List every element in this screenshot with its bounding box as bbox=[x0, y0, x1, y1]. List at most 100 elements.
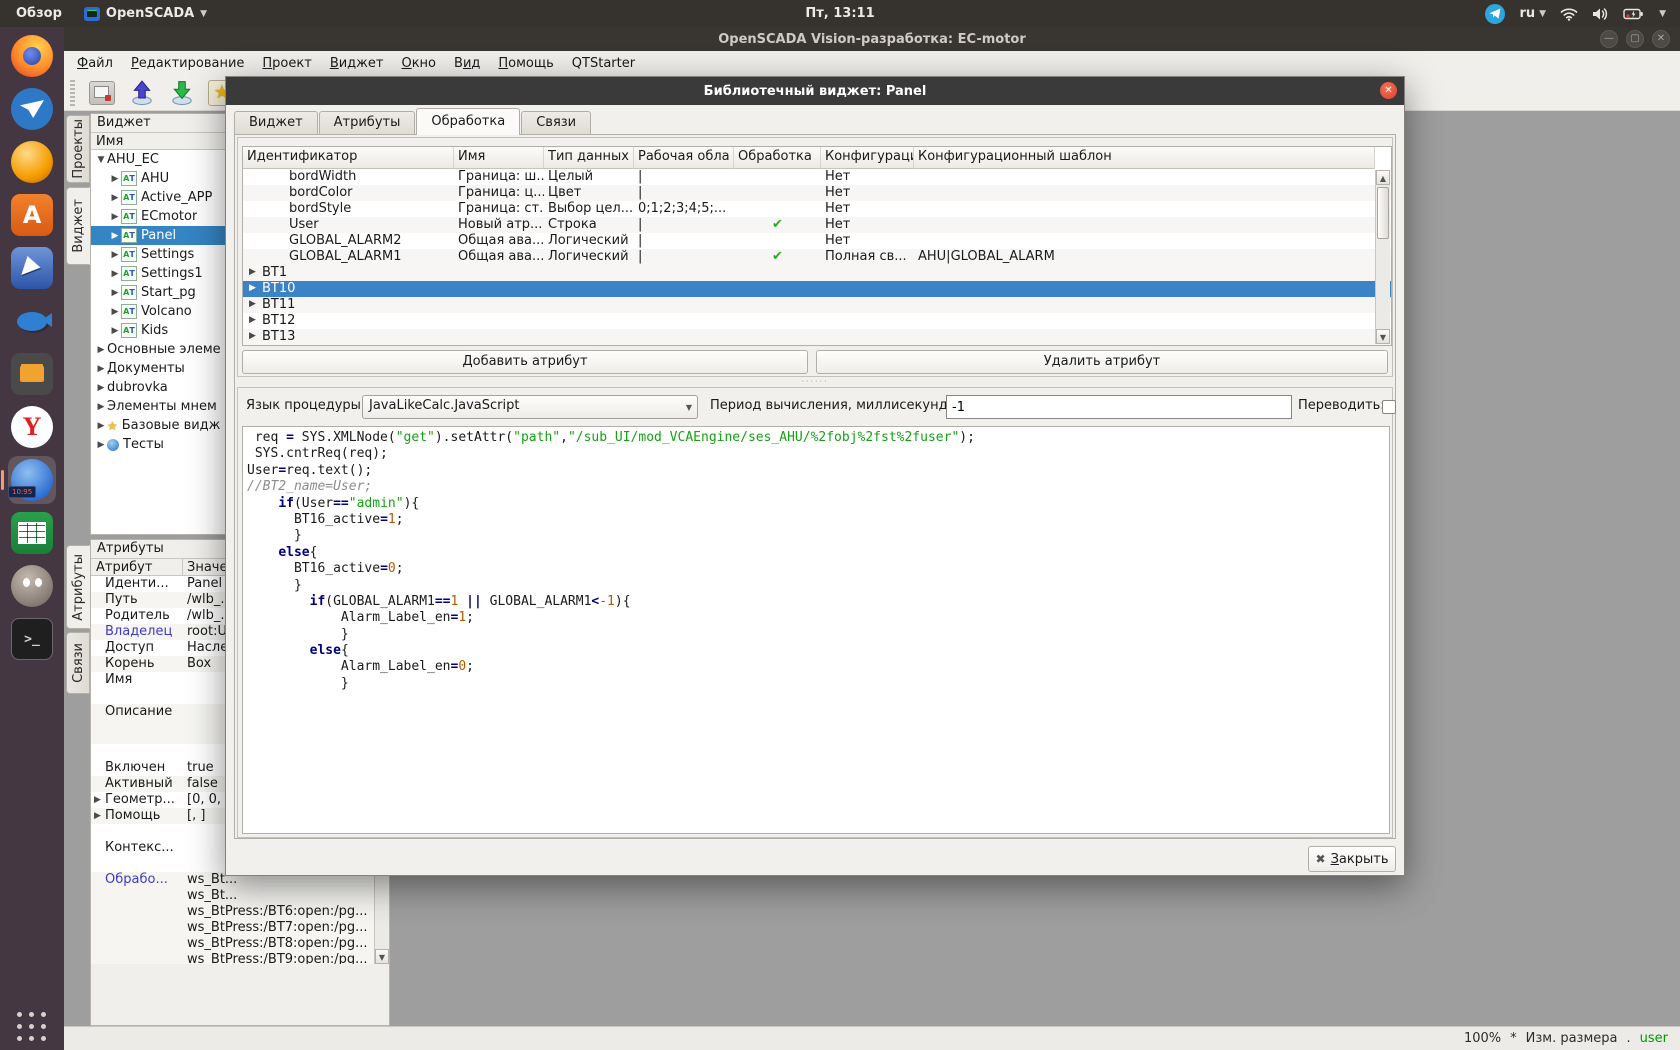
dock-firefox[interactable] bbox=[8, 32, 56, 80]
sidebar-tab-links[interactable]: Связи bbox=[66, 632, 90, 694]
menu-item-help[interactable]: Помощь bbox=[489, 54, 562, 73]
expander-icon[interactable]: ▶ bbox=[249, 313, 262, 329]
menu-item-edit[interactable]: Редактирование bbox=[122, 54, 253, 73]
dialog-tab-links[interactable]: Связи bbox=[521, 111, 591, 135]
expander-icon[interactable]: ▶ bbox=[94, 811, 101, 821]
expander-icon[interactable]: ▶ bbox=[94, 795, 101, 805]
attr-row[interactable]: Обрабо...ws_Bt...ws_Bt...ws_BtPress:/BT6… bbox=[91, 872, 374, 964]
column-header[interactable]: Обработка bbox=[734, 147, 821, 169]
expander-icon[interactable]: ▶ bbox=[95, 440, 107, 450]
activities-button[interactable]: Обзор bbox=[10, 6, 68, 21]
volume-icon[interactable] bbox=[1592, 7, 1609, 21]
menu-item-file[interactable]: Файл bbox=[68, 54, 122, 73]
expander-icon[interactable]: ▶ bbox=[109, 212, 121, 222]
dock-thunderbird[interactable] bbox=[8, 85, 56, 133]
close-button[interactable]: ✕ bbox=[1652, 30, 1670, 48]
menu-item-widget[interactable]: Виджет bbox=[321, 54, 393, 73]
save-to-db-icon[interactable] bbox=[167, 78, 197, 108]
expander-icon[interactable]: ▼ bbox=[95, 155, 107, 165]
keyboard-layout-indicator[interactable]: ru ▼ bbox=[1519, 6, 1546, 21]
bt-table-row-BT11[interactable]: ▶BT11 bbox=[243, 297, 1391, 313]
expander-icon[interactable]: ▶ bbox=[109, 288, 121, 298]
expander-icon[interactable]: ▶ bbox=[109, 174, 121, 184]
attr-table-row-bordStyle[interactable]: bordStyleГраница: ст...Выбор цел...0;1;2… bbox=[243, 201, 1391, 217]
dialog-tab-processing[interactable]: Обработка bbox=[416, 108, 520, 135]
menu-item-window[interactable]: Окно bbox=[392, 54, 445, 73]
expander-icon[interactable]: ▶ bbox=[95, 402, 107, 412]
expander-icon[interactable]: ▶ bbox=[95, 383, 107, 393]
expander-icon[interactable]: ▶ bbox=[95, 421, 107, 431]
dock-spreadsheet[interactable] bbox=[8, 509, 56, 557]
dock-gimp[interactable] bbox=[8, 562, 56, 610]
maximize-button[interactable]: ▢ bbox=[1626, 30, 1644, 48]
clock[interactable]: Пт, 13:11 bbox=[805, 6, 874, 21]
column-header[interactable]: Имя bbox=[454, 147, 544, 169]
expander-icon[interactable]: ▶ bbox=[109, 250, 121, 260]
bt-table-row-BT12[interactable]: ▶BT12 bbox=[243, 313, 1391, 329]
window-titlebar[interactable]: OpenSCADA Vision-разработка: EC-motor — … bbox=[64, 27, 1680, 51]
attr-table-row-bordWidth[interactable]: bordWidthГраница: ш...Целый|Нет bbox=[243, 169, 1391, 185]
expander-icon[interactable]: ▶ bbox=[109, 231, 121, 241]
sidebar-tab-projects[interactable]: Проекты bbox=[66, 115, 90, 183]
column-header[interactable]: Тип данных bbox=[544, 147, 634, 169]
load-from-db-icon[interactable] bbox=[127, 78, 157, 108]
dialog-close-icon[interactable]: ✕ bbox=[1380, 82, 1397, 99]
add-attribute-button[interactable]: Добавить атрибут bbox=[242, 350, 808, 374]
toolbar-grip[interactable] bbox=[70, 80, 75, 106]
remove-attribute-button[interactable]: Удалить атрибут bbox=[816, 350, 1388, 374]
dock-remote-viewer[interactable] bbox=[8, 244, 56, 292]
attr-table-row-bordColor[interactable]: bordColorГраница: ц...Цвет|Нет bbox=[243, 185, 1391, 201]
translate-checkbox[interactable] bbox=[1382, 400, 1396, 414]
dock-software-a[interactable] bbox=[8, 191, 56, 239]
menu-item-view[interactable]: Вид bbox=[445, 54, 489, 73]
column-header[interactable]: Идентификатор bbox=[243, 147, 454, 169]
column-header[interactable]: Рабочая обла bbox=[634, 147, 734, 169]
expander-icon[interactable]: ▶ bbox=[249, 297, 262, 313]
procedure-code-editor[interactable]: req = SYS.XMLNode("get").setAttr("path",… bbox=[242, 426, 1390, 834]
expander-icon[interactable]: ▶ bbox=[109, 326, 121, 336]
table-scrollbar[interactable]: ▲ ▼ bbox=[1375, 170, 1390, 344]
expander-icon[interactable]: ▶ bbox=[249, 265, 262, 281]
minimize-button[interactable]: — bbox=[1600, 30, 1618, 48]
dock-yandex[interactable] bbox=[8, 403, 56, 451]
expander-icon[interactable]: ▶ bbox=[109, 193, 121, 203]
scroll-down-icon[interactable]: ▼ bbox=[1376, 329, 1390, 344]
dock-amber-ball[interactable] bbox=[8, 138, 56, 186]
battery-icon[interactable] bbox=[1623, 8, 1645, 20]
dialog-tab-attributes[interactable]: Атрибуты bbox=[319, 111, 416, 135]
attr-table-row-User[interactable]: UserНовый атр...Строка|✔Нет bbox=[243, 217, 1391, 233]
system-menu-chevron-icon[interactable]: ▼ bbox=[1659, 9, 1666, 19]
sidebar-tab-attributes[interactable]: Атрибуты bbox=[66, 545, 90, 629]
dialog-close-button[interactable]: ✖Закрыть bbox=[1308, 846, 1396, 872]
bt-table-row-BT1[interactable]: ▶BT1 bbox=[243, 265, 1391, 281]
scroll-up-icon[interactable]: ▲ bbox=[1376, 170, 1390, 185]
wifi-icon[interactable] bbox=[1560, 7, 1578, 21]
expander-icon[interactable]: ▶ bbox=[249, 329, 262, 345]
scrollbar-thumb[interactable] bbox=[1377, 187, 1389, 239]
dialog-tab-widget[interactable]: Виджет bbox=[234, 111, 318, 135]
expander-icon[interactable]: ▶ bbox=[95, 345, 107, 355]
telegram-tray-icon[interactable] bbox=[1485, 4, 1505, 24]
bt-table-row-BT10[interactable]: ▶BT10 bbox=[243, 281, 1391, 297]
expander-icon[interactable]: ▶ bbox=[109, 269, 121, 279]
app-menu[interactable]: OpenSCADA ▼ bbox=[84, 6, 207, 21]
dialog-titlebar[interactable]: Библиотечный виджет: Panel ✕ bbox=[226, 77, 1404, 105]
calc-period-input[interactable] bbox=[946, 395, 1292, 419]
scroll-down-icon[interactable]: ▼ bbox=[375, 949, 389, 964]
widget-dev-toolbar-icon[interactable] bbox=[87, 78, 117, 108]
expander-icon[interactable]: ▶ bbox=[95, 364, 107, 374]
sidebar-tab-widget[interactable]: Виджет bbox=[66, 187, 90, 265]
dock-files[interactable] bbox=[8, 350, 56, 398]
expander-icon[interactable]: ▶ bbox=[109, 307, 121, 317]
expander-icon[interactable]: ▶ bbox=[249, 281, 262, 297]
proc-language-select[interactable]: JavaLikeCalc.JavaScript ▼ bbox=[362, 395, 698, 419]
attr-column-header[interactable]: Атрибут bbox=[91, 559, 183, 575]
menu-item-qtstarter[interactable]: QTStarter bbox=[563, 54, 644, 73]
dock-terminal[interactable] bbox=[8, 615, 56, 663]
app-grid-button[interactable] bbox=[17, 1012, 47, 1042]
column-header[interactable]: Конфигурационный шаблон bbox=[914, 147, 1375, 169]
splitter-handle[interactable]: ······ bbox=[237, 379, 1393, 386]
attr-table-row-GLOBAL_ALARM1[interactable]: GLOBAL_ALARM1Общая ава...Логический|✔Пол… bbox=[243, 249, 1391, 265]
column-header[interactable]: Конфигураци bbox=[821, 147, 914, 169]
bt-table-row-BT13[interactable]: ▶BT13 bbox=[243, 329, 1391, 345]
